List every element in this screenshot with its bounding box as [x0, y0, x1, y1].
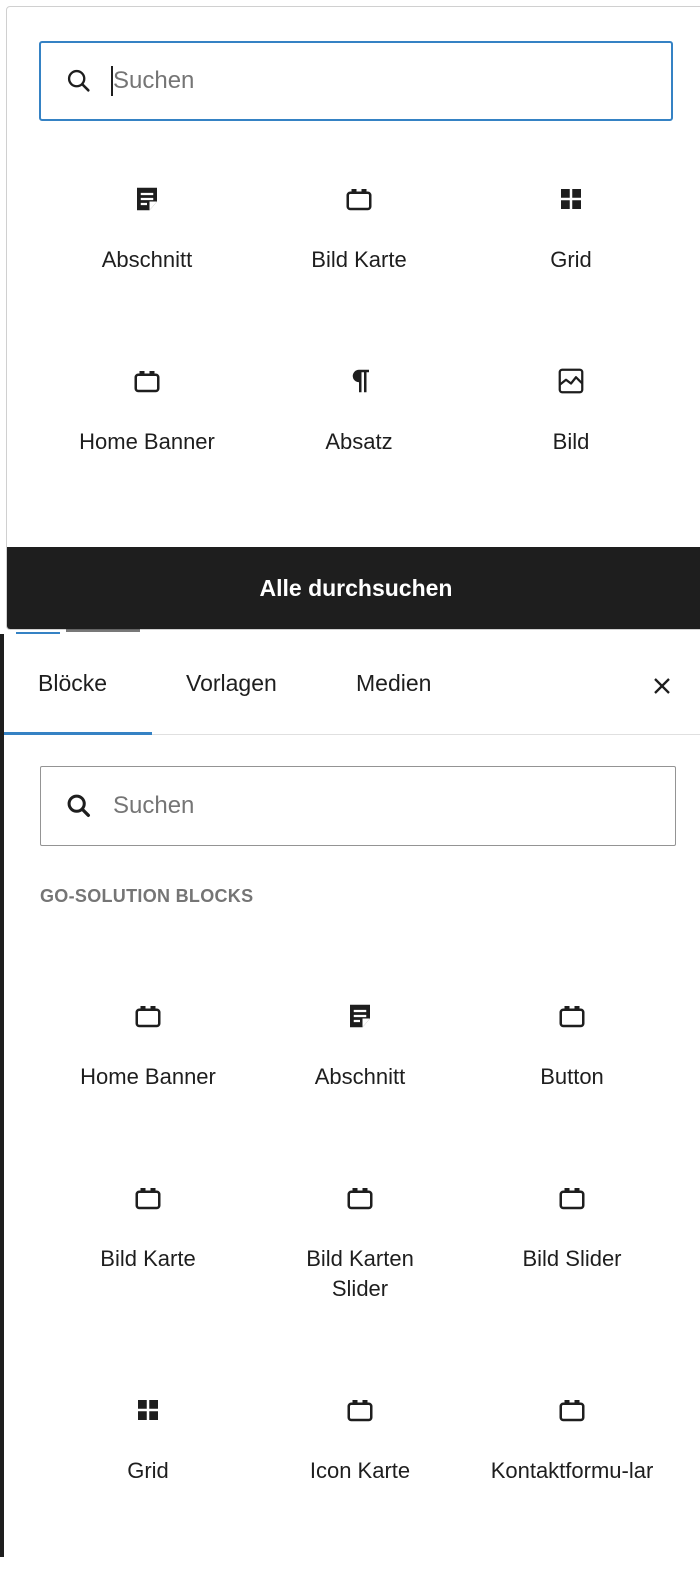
block-default-icon: [339, 179, 379, 219]
inserter-block-home-banner[interactable]: Home Banner: [42, 972, 254, 1154]
inserter-block-bild-karte[interactable]: Bild Karte: [42, 1154, 254, 1366]
block-label: Button: [540, 1064, 604, 1089]
block-category-title: GO-SOLUTION BLOCKS: [40, 886, 254, 906]
block-label: Bild Karte: [311, 247, 407, 272]
block-default-icon: [128, 1178, 168, 1218]
quick-inserter-block-absatz[interactable]: Absatz: [253, 337, 465, 519]
search-icon: [67, 69, 90, 92]
block-default-icon: [128, 996, 168, 1036]
block-label: Home Banner: [80, 1064, 216, 1089]
block-label: Grid: [550, 247, 592, 272]
quick-inserter-block-grid: Abschnitt Bild Karte Grid Home Banner Absatz…: [41, 155, 677, 519]
block-label: Bild Karten Slider: [306, 1246, 414, 1301]
quick-inserter-block-bild[interactable]: Bild: [465, 337, 677, 519]
quick-inserter-block-bild-karte[interactable]: Bild Karte: [253, 155, 465, 337]
quick-inserter-search-field[interactable]: Suchen: [39, 41, 673, 121]
block-label: Grid: [127, 1458, 169, 1483]
quick-inserter-block-home-banner[interactable]: Home Banner: [41, 337, 253, 519]
close-icon[interactable]: [648, 672, 676, 700]
inserter-block-abschnitt[interactable]: Abschnitt: [254, 972, 466, 1154]
active-tab-indicator: [4, 732, 152, 735]
grid-icon: [128, 1390, 168, 1430]
block-label: Kontaktformu-lar: [490, 1458, 654, 1483]
section-icon: [127, 179, 167, 219]
block-label: Home Banner: [79, 429, 215, 454]
inserter-block-kontaktformu-lar[interactable]: Kontaktformu-lar: [466, 1366, 678, 1578]
tab-medien[interactable]: Medien: [356, 670, 431, 697]
block-default-icon: [340, 1178, 380, 1218]
inserter-block-grid[interactable]: Grid: [42, 1366, 254, 1578]
inserter-search-field[interactable]: Suchen: [40, 766, 676, 846]
inserter-search-placeholder: Suchen: [113, 792, 195, 819]
image-icon: [551, 361, 591, 401]
block-default-icon: [552, 1390, 592, 1430]
tab-vorlagen[interactable]: Vorlagen: [186, 670, 277, 697]
inserter-block-icon-karte[interactable]: Icon Karte: [254, 1366, 466, 1578]
grid-icon: [551, 179, 591, 219]
block-default-icon: [340, 1390, 380, 1430]
quick-inserter-search-placeholder: Suchen: [113, 67, 195, 94]
block-default-icon: [552, 996, 592, 1036]
block-default-icon: [552, 1178, 592, 1218]
inserter-block-bild-slider[interactable]: Bild Slider: [466, 1154, 678, 1366]
inserter-block-button[interactable]: Button: [466, 972, 678, 1154]
quick-inserter-block-grid[interactable]: Grid: [465, 155, 677, 337]
block-label: Absatz: [325, 429, 393, 454]
browse-all-button[interactable]: Alle durchsuchen: [7, 547, 700, 629]
block-inserter-panel: Blöcke Vorlagen Medien Suchen GO-SOLUTIO…: [0, 634, 700, 1557]
block-label: Abschnitt: [314, 1064, 406, 1089]
block-label: Bild Karte: [100, 1246, 196, 1271]
search-icon: [67, 794, 90, 817]
inserter-block-bild-karten-slider[interactable]: Bild Karten Slider: [254, 1154, 466, 1366]
block-label: Bild: [552, 429, 590, 454]
block-label: Icon Karte: [309, 1458, 411, 1483]
block-label: Abschnitt: [101, 247, 193, 272]
paragraph-icon: [339, 361, 379, 401]
inserter-tabs: Blöcke Vorlagen Medien: [4, 634, 700, 735]
block-default-icon: [127, 361, 167, 401]
quick-inserter-popover: Suchen Abschnitt Bild Karte Grid Home Banne…: [6, 6, 700, 630]
inserter-block-grid: Home Banner Abschnitt Button Bild Karte Bild…: [42, 972, 678, 1578]
block-label: Bild Slider: [522, 1246, 622, 1271]
quick-inserter-block-abschnitt[interactable]: Abschnitt: [41, 155, 253, 337]
section-icon: [340, 996, 380, 1036]
tab-bloecke[interactable]: Blöcke: [38, 670, 107, 697]
